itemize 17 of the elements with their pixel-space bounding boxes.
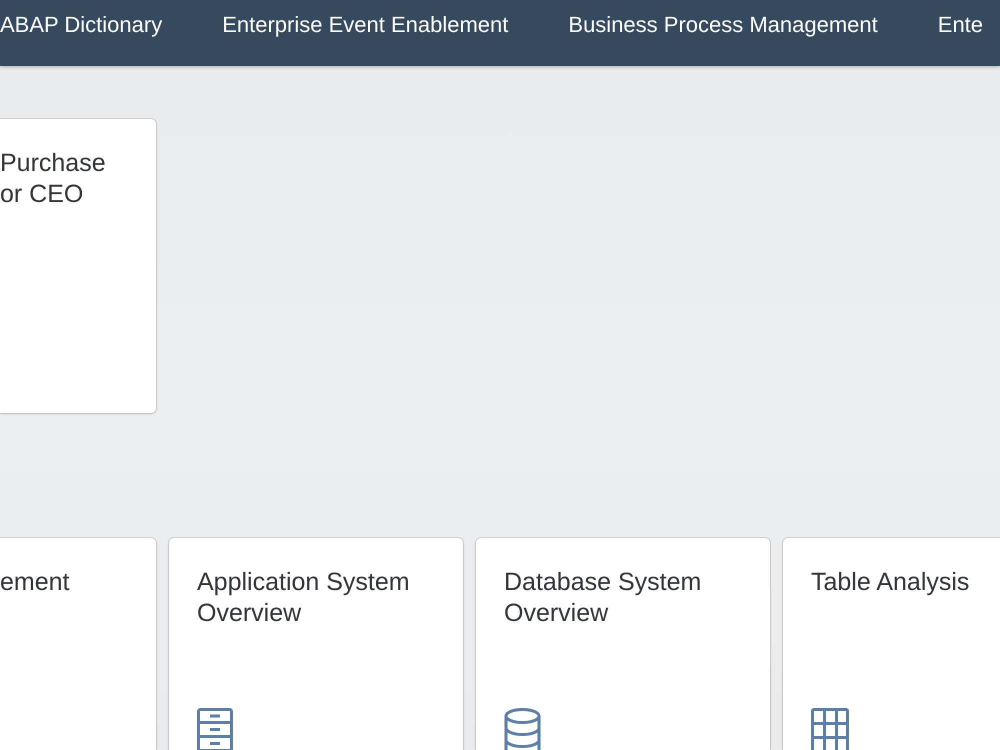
tile-title: Database System Overview — [504, 567, 702, 629]
app-tile[interactable]: Purchase or CEO — [0, 119, 156, 413]
app-tile[interactable]: Table Analysis — [783, 538, 1000, 750]
anchor-tab[interactable]: ABAP Dictionary — [0, 11, 162, 42]
tile-title: Purchase or CEO — [0, 148, 107, 210]
tile-title: Application System Overview — [197, 567, 411, 629]
app-tile[interactable]: Database System Overview — [476, 538, 770, 750]
tile-title: ement — [0, 567, 70, 598]
anchor-tab[interactable]: Business Process Management — [568, 11, 878, 42]
database-icon — [504, 708, 541, 750]
anchor-tab[interactable]: Enterprise Event Enablement — [222, 11, 508, 42]
filing-cabinet-icon — [197, 708, 233, 750]
table-grid-icon — [811, 708, 849, 750]
tile-title: Table Analysis — [811, 567, 970, 598]
anchor-tab[interactable]: Ente — [938, 11, 984, 42]
app-tile[interactable]: Application System Overview — [169, 538, 463, 750]
app-tile[interactable]: ement — [0, 538, 156, 750]
